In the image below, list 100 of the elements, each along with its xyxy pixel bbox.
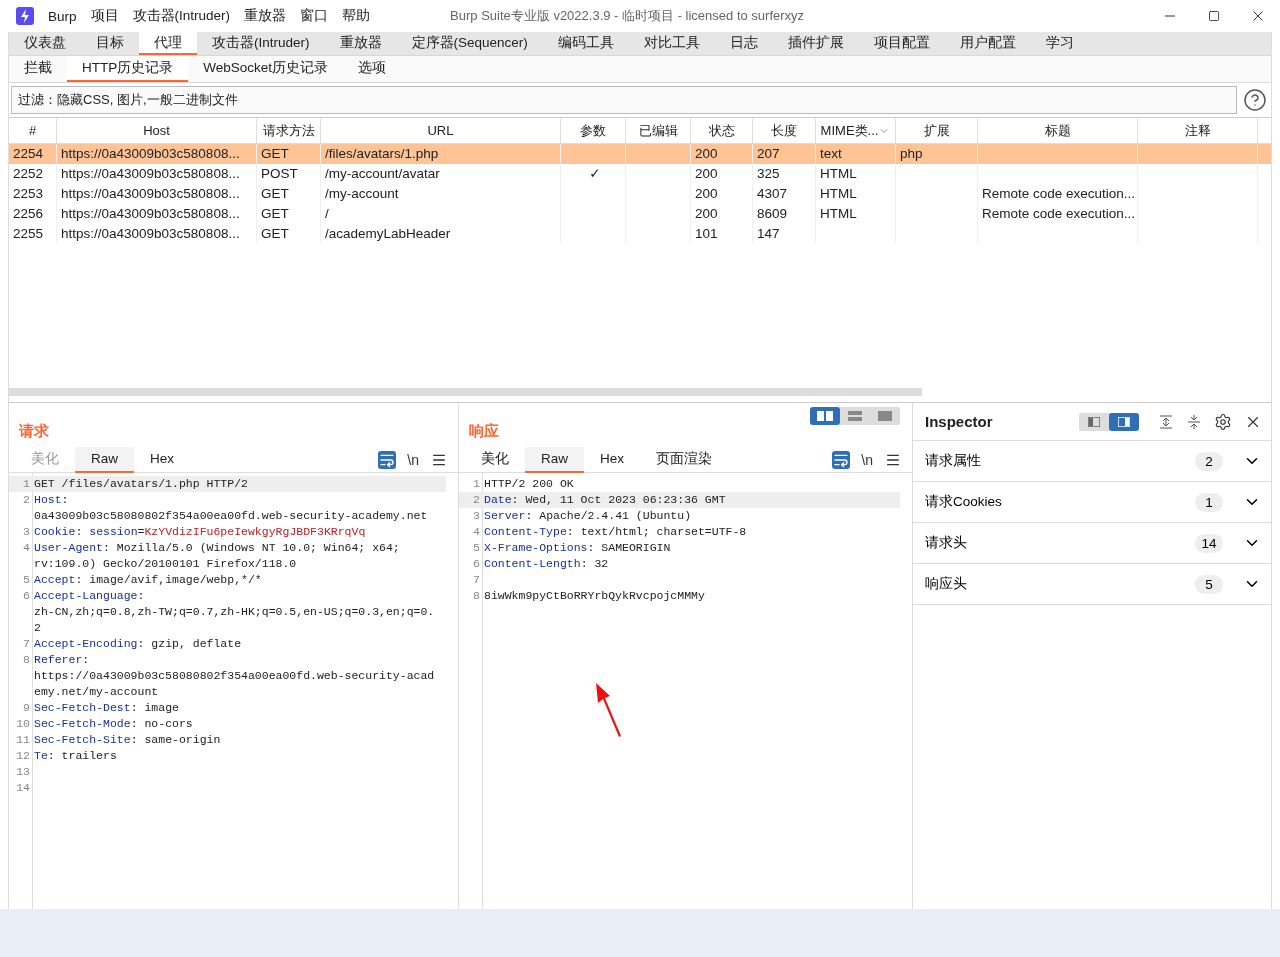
column-header[interactable]: Host — [57, 118, 257, 143]
code-line: GET /files/avatars/1.php HTTP/2 — [34, 476, 248, 492]
arrow-drawing — [593, 683, 623, 739]
menu-item[interactable]: 重放器 — [244, 7, 287, 25]
code-line: 8iwWkm9pyCtBoRRYrbQykRvcpojcMMMy — [484, 588, 705, 604]
count-badge: 1 — [1195, 492, 1223, 512]
column-header[interactable]: 注释 — [1138, 118, 1258, 143]
main-tab[interactable]: 项目配置 — [858, 32, 945, 55]
menu-item[interactable]: 项目 — [90, 7, 119, 25]
collapse-all-icon[interactable] — [1185, 412, 1203, 431]
filter-bar[interactable]: 过滤：隐藏CSS, 图片,一般二进制文件 — [11, 86, 1237, 114]
main-tab[interactable]: 攻击器(Intruder) — [197, 32, 325, 55]
main-tab[interactable]: 代理 — [139, 32, 197, 55]
main-tab[interactable]: 仪表盘 — [9, 32, 81, 55]
code-line: X-Frame-Options: SAMEORIGIN — [484, 540, 671, 556]
menu-item[interactable]: Burp — [48, 8, 77, 24]
line-number: 5 — [22, 572, 31, 588]
panel-icon — [1088, 416, 1100, 427]
sub-tab[interactable]: WebSocket历史记录 — [188, 56, 344, 82]
column-header[interactable]: 请求方法 — [257, 118, 321, 143]
code-line: Host: — [34, 492, 70, 508]
column-header[interactable]: 扩展 — [896, 118, 978, 143]
wrap-text-icon[interactable] — [378, 450, 397, 469]
maximize-icon[interactable] — [1208, 10, 1220, 22]
line-number: 7 — [472, 572, 481, 588]
scrollbar[interactable] — [9, 388, 922, 396]
column-header[interactable]: 状态 — [691, 118, 753, 143]
code-line: Content-Type: text/html; charset=UTF-8 — [484, 524, 747, 540]
count-badge: 14 — [1195, 533, 1223, 553]
sub-tab[interactable]: 选项 — [343, 56, 402, 82]
editor-tab[interactable]: Raw — [525, 446, 584, 473]
line-number: 3 — [472, 508, 481, 524]
editor-tab[interactable]: Hex — [584, 446, 641, 473]
table-cell: 2255 — [9, 224, 57, 244]
table-cell: https://0a43009b03c580808... — [57, 224, 257, 244]
code-line: Sec-Fetch-Dest: image — [34, 700, 179, 716]
code-line: Te: trailers — [34, 748, 117, 764]
line-number: 8 — [472, 588, 481, 604]
code-line: Accept-Encoding: gzip, deflate — [34, 636, 242, 652]
main-tab[interactable]: 日志 — [714, 32, 773, 55]
editor-tab[interactable]: 页面渲染 — [640, 446, 729, 473]
single-pane-icon — [878, 411, 892, 421]
column-header[interactable]: 参数 — [561, 118, 626, 143]
column-header[interactable]: MIME类... — [816, 118, 896, 143]
line-number: 5 — [472, 540, 481, 556]
section-label: 请求属性 — [925, 452, 982, 470]
wrap-text-icon[interactable] — [832, 450, 851, 469]
newline-toggle[interactable]: \n — [860, 450, 874, 469]
main-tab[interactable]: 编码工具 — [542, 32, 629, 55]
line-number: 4 — [472, 524, 481, 540]
main-tab[interactable]: 学习 — [1030, 32, 1089, 55]
main-tab[interactable]: 定序器(Sequencer) — [396, 32, 543, 55]
menu-item[interactable]: 帮助 — [342, 7, 371, 25]
main-tab[interactable]: 对比工具 — [628, 32, 715, 55]
line-number: 4 — [22, 540, 31, 556]
menu-item[interactable]: 攻击器(Intruder) — [132, 7, 231, 25]
line-number: 2 — [472, 492, 481, 508]
newline-toggle[interactable]: \n — [406, 450, 420, 469]
code-line: HTTP/2 200 OK — [484, 476, 574, 492]
table-cell: GET — [257, 224, 321, 244]
panel-icon — [1118, 416, 1130, 427]
code-line: User-Agent: Mozilla/5.0 (Windows NT 10.0; Win64; x64; — [34, 540, 400, 556]
main-tab[interactable]: 用户配置 — [944, 32, 1031, 55]
code-line: Accept-Language: — [34, 588, 146, 604]
count-badge: 5 — [1195, 574, 1223, 594]
sub-tab[interactable]: HTTP历史记录 — [67, 56, 189, 82]
code-line: 0a43009b03c58080802f354a00ea00fd.web-security-academy.net — [34, 508, 428, 524]
editor-tab[interactable]: Hex — [134, 446, 191, 473]
editor-tab[interactable]: 美化 — [465, 446, 525, 473]
count-badge: 2 — [1195, 451, 1223, 471]
main-tab[interactable]: 重放器 — [324, 32, 397, 55]
line-number: 3 — [22, 524, 31, 540]
line-number: 6 — [22, 588, 31, 604]
line-number: 7 — [22, 636, 31, 652]
column-header[interactable]: URL — [321, 118, 561, 143]
layout-button[interactable] — [810, 407, 840, 425]
line-number: 6 — [472, 556, 481, 572]
column-header[interactable]: 已编辑 — [626, 118, 691, 143]
table-row[interactable]: 2254 https://0a43009b03c580808... GET /files/avatars/1.php 200 207 text php — [9, 144, 1271, 164]
menu-item[interactable]: 窗口 — [300, 7, 329, 25]
layout-button[interactable] — [1109, 412, 1139, 431]
line-number: 14 — [15, 780, 31, 796]
expand-all-icon[interactable] — [1157, 412, 1175, 431]
sub-tab[interactable]: 拦截 — [9, 56, 67, 82]
code-line: 2 — [34, 620, 42, 636]
line-number: 8 — [22, 652, 31, 668]
column-header[interactable]: 长度 — [753, 118, 816, 143]
line-number: 10 — [15, 716, 31, 732]
panel-title: 请求 — [19, 422, 49, 441]
code-line: rv:109.0) Gecko/20100101 Firefox/118.0 — [34, 556, 298, 572]
line-number: 2 — [22, 492, 31, 508]
columns-icon — [817, 411, 833, 421]
settings-icon[interactable] — [1213, 411, 1233, 432]
main-tab[interactable]: 目标 — [81, 32, 139, 55]
help-icon[interactable] — [1243, 88, 1267, 112]
panel-title: 响应 — [469, 422, 499, 441]
editor-tab[interactable]: Raw — [75, 446, 134, 473]
column-header[interactable]: 标题 — [978, 118, 1138, 143]
column-header[interactable]: # — [9, 118, 57, 143]
main-tab[interactable]: 插件扩展 — [772, 32, 859, 55]
